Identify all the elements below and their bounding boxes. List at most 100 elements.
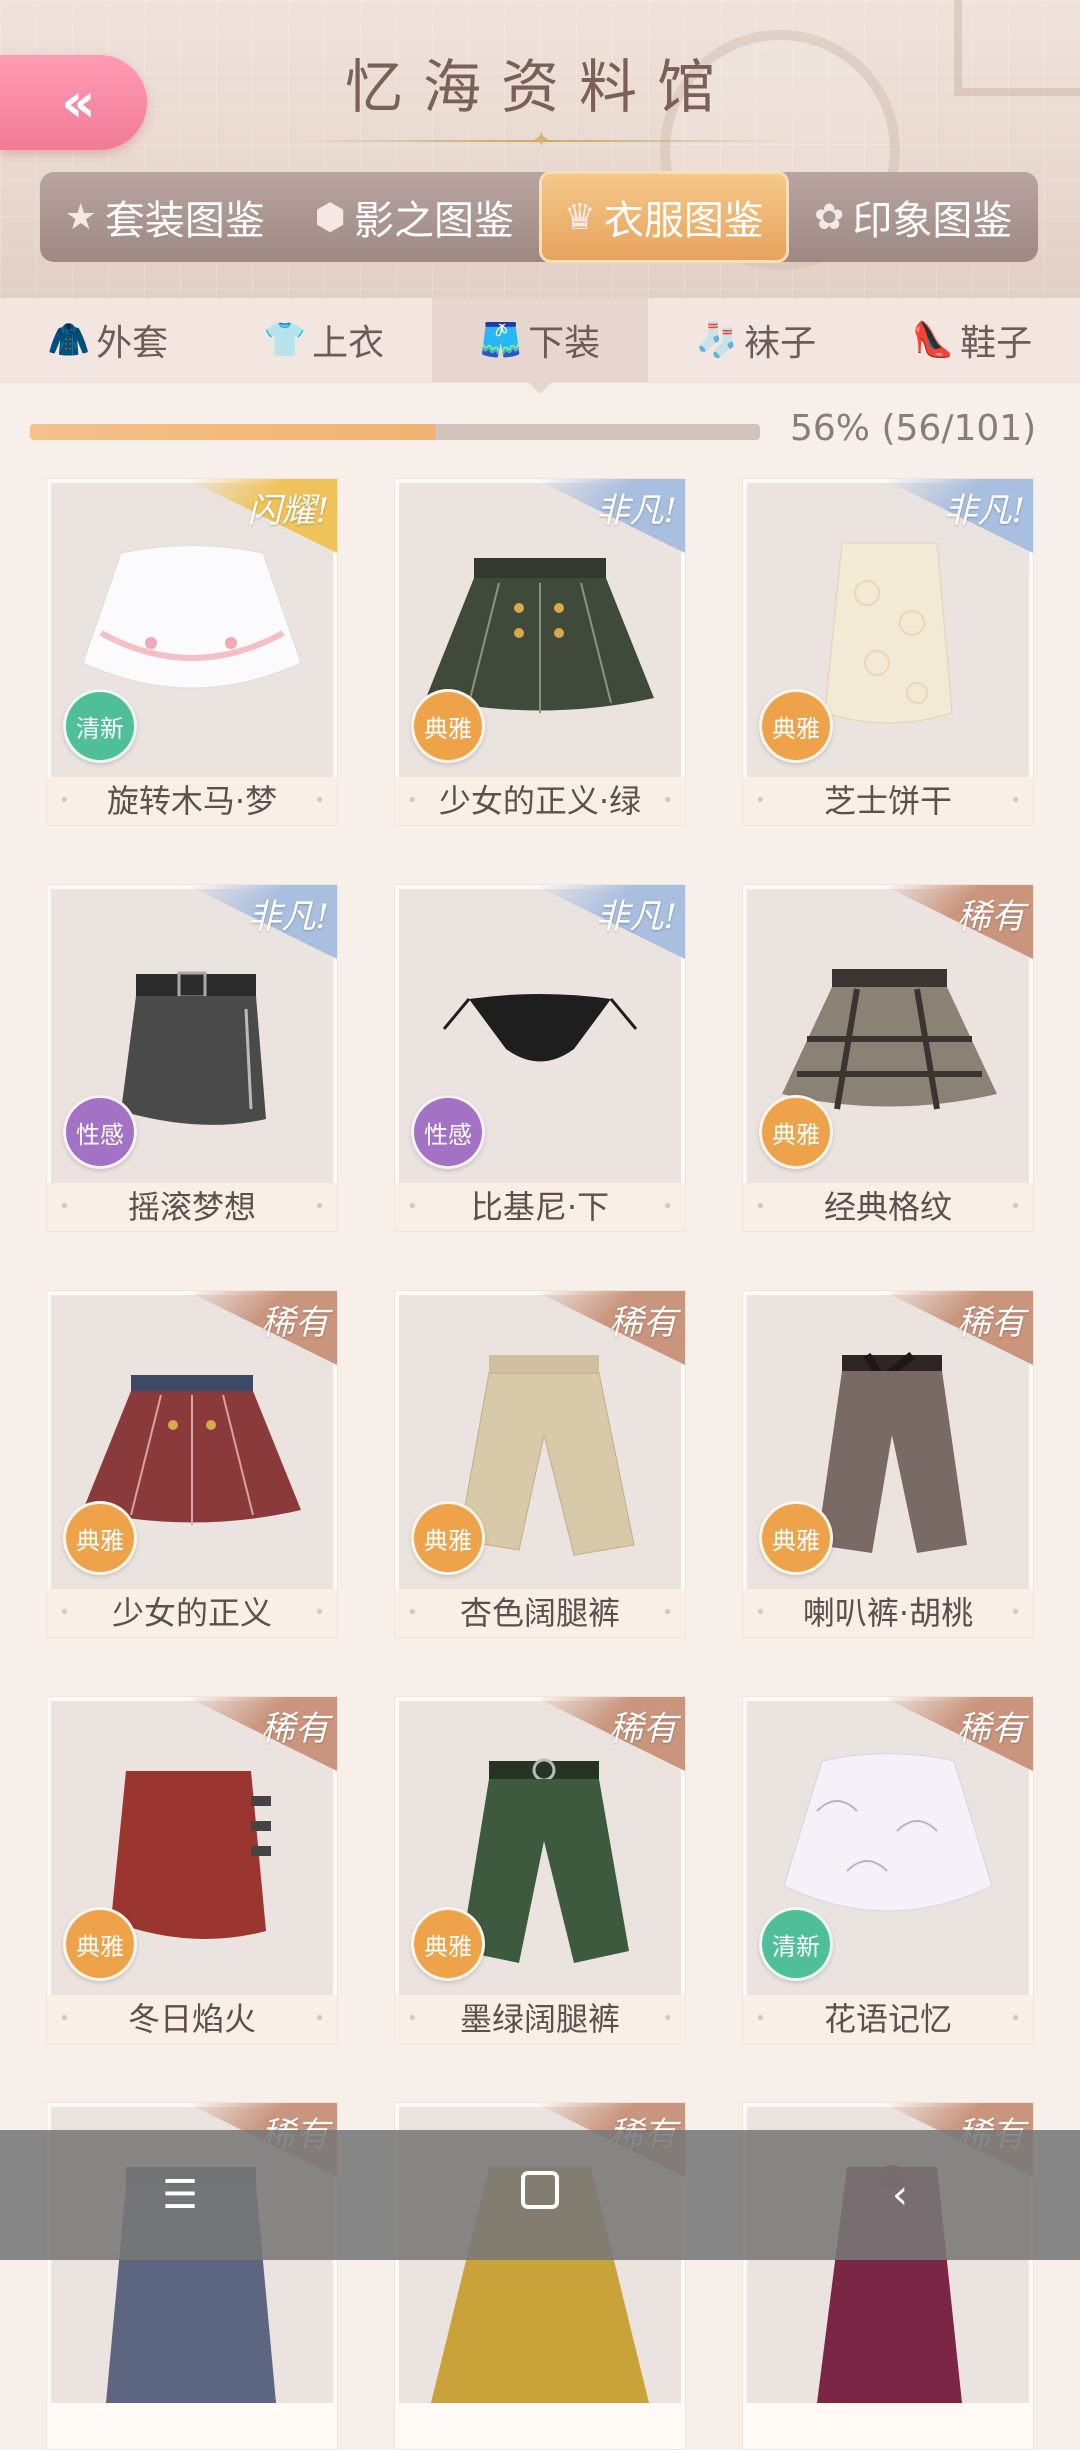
home-icon: [521, 2171, 559, 2209]
category-tabs: ★ 套装图鉴 ⬢ 影之图鉴 ♛ 衣服图鉴 ✿ 印象图鉴: [40, 171, 1039, 263]
style-badge: 典雅: [63, 1907, 137, 1981]
clothing-name-text: 比基尼·下: [470, 1188, 610, 1226]
rarity-label: 非凡!: [595, 897, 677, 937]
shirt-icon: 👕: [263, 320, 307, 360]
clothing-card[interactable]: 稀有典雅冬日焰火: [46, 1696, 338, 2044]
back-icon: ‹: [892, 2172, 908, 2218]
style-badge: 典雅: [411, 689, 485, 763]
rarity-label: 稀有: [609, 1709, 677, 1749]
style-badge: 典雅: [759, 689, 833, 763]
clothing-name: 芝士饼干: [743, 777, 1033, 825]
clothing-name: 旋转木马·梦: [47, 777, 337, 825]
rarity-label: 稀有: [957, 1303, 1025, 1343]
clothing-card[interactable]: 稀有典雅喇叭裤·胡桃: [742, 1290, 1034, 1638]
system-navigation-bar: ☰ ‹: [0, 2130, 1080, 2260]
clothing-card[interactable]: 稀有典雅少女的正义: [46, 1290, 338, 1638]
header: ‹‹ 忆海资料馆 ✦ ★ 套装图鉴 ⬢ 影之图鉴 ♛ 衣服图鉴 ✿ 印象图鉴: [0, 0, 1080, 300]
rarity-label: 非凡!: [595, 491, 677, 531]
clothing-name-text: 花语记忆: [823, 2000, 952, 2038]
rarity-label: 稀有: [609, 1303, 677, 1343]
clothing-name-text: 摇滚梦想: [127, 1188, 256, 1226]
subtab-bottom[interactable]: 🩳 下装: [432, 298, 648, 394]
clothing-card[interactable]: 非凡! 典雅少女的正义·绿: [394, 478, 686, 826]
tab-impression-gallery[interactable]: ✿ 印象图鉴: [789, 172, 1039, 262]
clothing-name: 经典格纹: [743, 1183, 1033, 1231]
shorts-icon: 🩳: [479, 320, 523, 360]
clothing-card[interactable]: 非凡! 性感比基尼·下: [394, 884, 686, 1232]
clothing-name-text: 墨绿阔腿裤: [459, 2000, 620, 2038]
clothing-name: 杏色阔腿裤: [395, 1589, 685, 1637]
clothing-name-text: 杏色阔腿裤: [459, 1594, 620, 1632]
rarity-label: 非凡!: [943, 491, 1025, 531]
clothing-name: 冬日焰火: [47, 1995, 337, 2043]
clothing-card[interactable]: 稀有典雅经典格纹: [742, 884, 1034, 1232]
menu-icon: ☰: [162, 2172, 198, 2218]
style-badge: 典雅: [759, 1095, 833, 1169]
style-badge: 清新: [63, 689, 137, 763]
menu-button[interactable]: ☰: [120, 2172, 240, 2218]
subtab-label: 上衣: [312, 323, 385, 364]
subtab-top[interactable]: 👕 上衣: [216, 298, 432, 382]
clothing-card[interactable]: 稀有清新花语记忆: [742, 1696, 1034, 2044]
style-badge: 性感: [411, 1095, 485, 1169]
shoe-icon: 👠: [911, 320, 955, 360]
clothing-name-text: 旋转木马·梦: [106, 782, 278, 820]
collection-progress-fill: [30, 424, 435, 440]
clothing-name: 比基尼·下: [395, 1183, 685, 1231]
clothing-card[interactable]: 闪耀! 清新旋转木马·梦: [46, 478, 338, 826]
tab-shadow-gallery[interactable]: ⬢ 影之图鉴: [290, 172, 540, 262]
clothing-subtabs: 🧥 外套 👕 上衣 🩳 下装 🧦 袜子 👠 鞋子: [0, 298, 1080, 394]
collection-progress-bar: [30, 424, 760, 440]
star-icon: ★: [64, 196, 97, 238]
title-divider: ✦: [290, 128, 790, 153]
tab-label: 影之图鉴: [353, 198, 514, 244]
tab-suit-gallery[interactable]: ★ 套装图鉴: [40, 172, 290, 262]
clothing-name-text: 喇叭裤·胡桃: [802, 1594, 974, 1632]
home-button[interactable]: [480, 2171, 600, 2219]
tab-label: 套装图鉴: [104, 198, 265, 244]
clothing-name: 花语记忆: [743, 1995, 1033, 2043]
style-badge: 清新: [759, 1907, 833, 1981]
dress-icon: ♛: [563, 196, 596, 238]
subtab-label: 袜子: [744, 323, 817, 364]
style-badge: 性感: [63, 1095, 137, 1169]
page-title: 忆海资料馆: [344, 53, 735, 121]
clothing-card[interactable]: 非凡! 性感摇滚梦想: [46, 884, 338, 1232]
tab-clothing-gallery[interactable]: ♛ 衣服图鉴: [539, 171, 789, 263]
clothing-name: 少女的正义: [47, 1589, 337, 1637]
subtab-label: 下装: [528, 323, 601, 364]
style-badge: 典雅: [411, 1501, 485, 1575]
clothing-name-text: 经典格纹: [823, 1188, 952, 1226]
subtab-coat[interactable]: 🧥 外套: [0, 298, 216, 382]
clothing-name: 喇叭裤·胡桃: [743, 1589, 1033, 1637]
subtab-socks[interactable]: 🧦 袜子: [648, 298, 864, 382]
clothing-card[interactable]: 非凡! 典雅芝士饼干: [742, 478, 1034, 826]
subtab-shoes[interactable]: 👠 鞋子: [864, 298, 1080, 382]
rarity-label: 稀有: [957, 1709, 1025, 1749]
rarity-label: 非凡!: [247, 897, 329, 937]
rarity-label: 稀有: [957, 897, 1025, 937]
cube-icon: ⬢: [314, 196, 346, 238]
clothing-name-text: 少女的正义·绿: [438, 782, 642, 820]
clothing-name: 少女的正义·绿: [395, 777, 685, 825]
tab-label: 衣服图鉴: [603, 198, 764, 244]
style-badge: 典雅: [411, 1907, 485, 1981]
style-badge: 典雅: [63, 1501, 137, 1575]
collection-progress-text: 56% (56/101): [790, 408, 1037, 449]
clothing-card[interactable]: 稀有典雅杏色阔腿裤: [394, 1290, 686, 1638]
clothing-name: 墨绿阔腿裤: [395, 1995, 685, 2043]
rarity-label: 稀有: [261, 1709, 329, 1749]
coat-icon: 🧥: [47, 320, 91, 360]
tab-label: 印象图鉴: [852, 198, 1013, 244]
subtab-label: 外套: [96, 323, 169, 364]
clothing-name: 摇滚梦想: [47, 1183, 337, 1231]
clothing-name-text: 冬日焰火: [127, 2000, 256, 2038]
style-badge: 典雅: [759, 1501, 833, 1575]
clothing-card[interactable]: 稀有典雅墨绿阔腿裤: [394, 1696, 686, 2044]
subtab-label: 鞋子: [960, 323, 1033, 364]
clothing-name-text: 芝士饼干: [823, 782, 952, 820]
rarity-label: 闪耀!: [247, 491, 329, 531]
back-nav-button[interactable]: ‹: [840, 2172, 960, 2218]
sock-icon: 🧦: [695, 320, 739, 360]
flower-icon: ✿: [814, 196, 845, 238]
